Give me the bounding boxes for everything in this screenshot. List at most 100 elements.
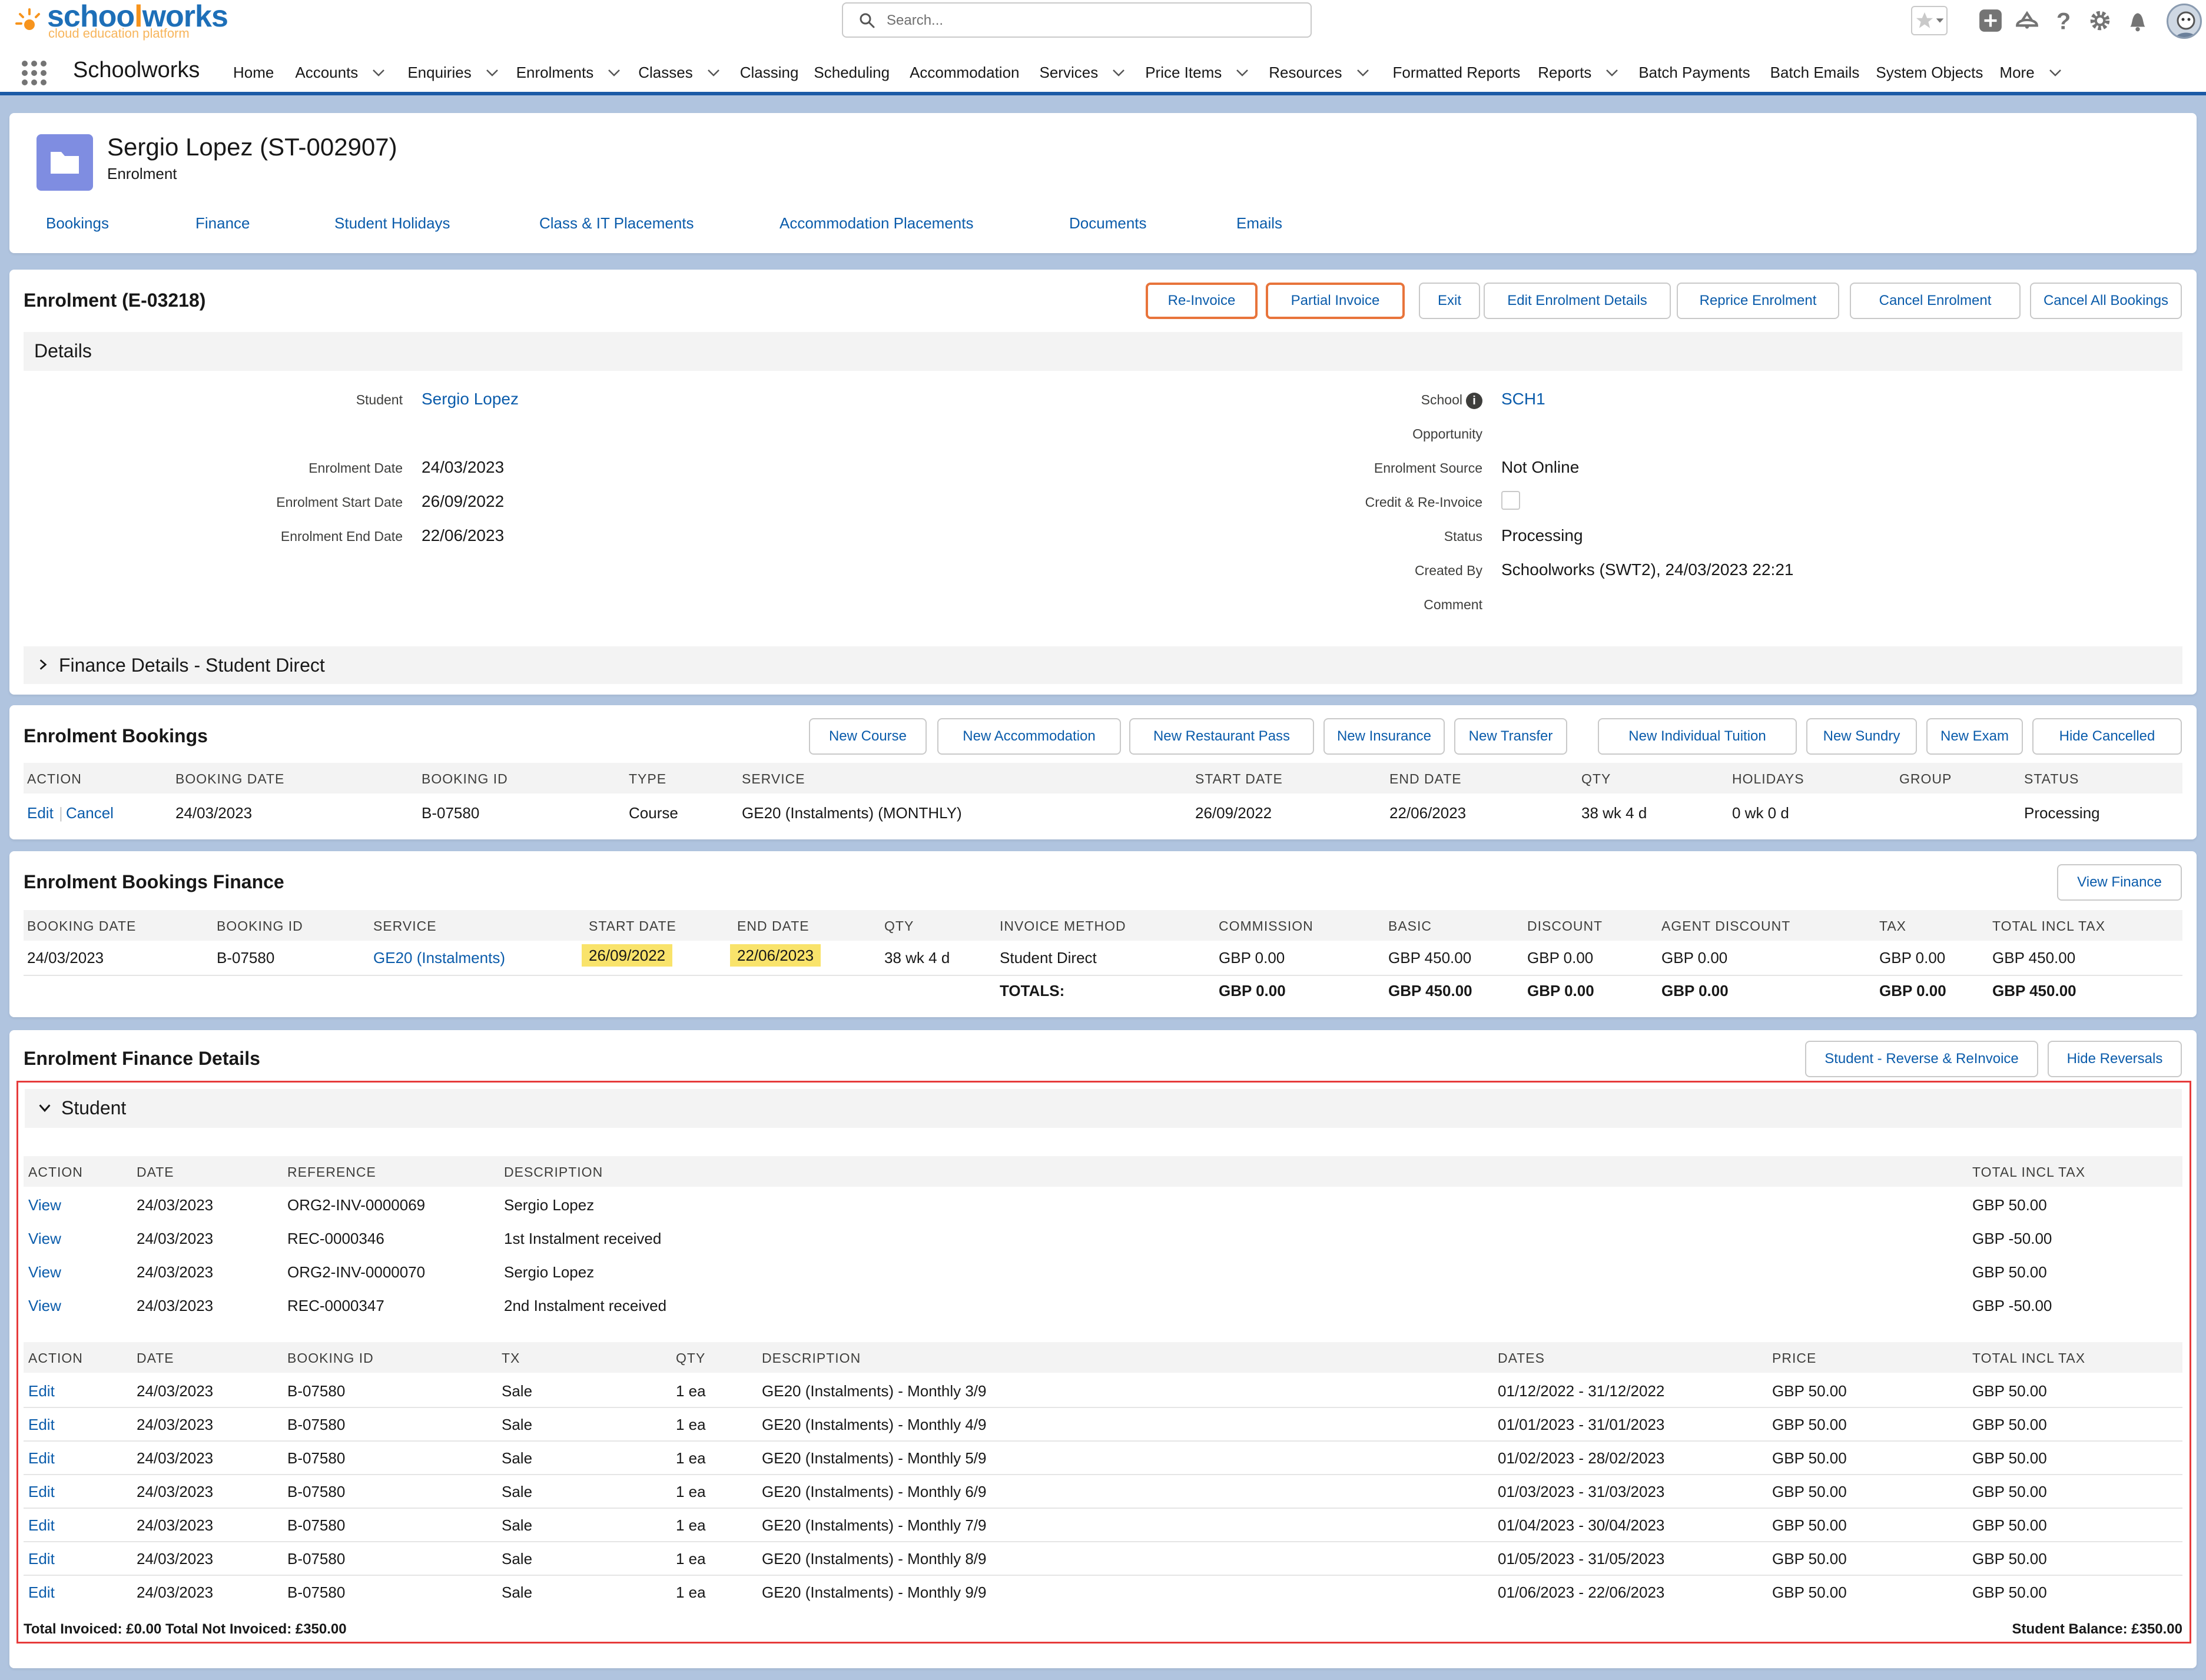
chevron-down-icon[interactable] <box>1112 69 1125 77</box>
view-document-link[interactable]: View <box>28 1230 61 1248</box>
tab-bookings[interactable]: Bookings <box>46 214 109 233</box>
chevron-down-icon[interactable] <box>1236 69 1249 77</box>
nav-item-home[interactable]: Home <box>233 64 274 82</box>
field-value-school[interactable]: SCH1 <box>1501 390 1545 409</box>
edit-booking-link[interactable]: Edit <box>27 804 54 822</box>
chevron-down-icon[interactable] <box>608 69 621 77</box>
cancel-booking-link[interactable]: Cancel <box>66 804 114 822</box>
tab-documents[interactable]: Documents <box>1069 214 1147 233</box>
nav-item-enrolments[interactable]: Enrolments <box>516 64 621 82</box>
view-finance-button[interactable]: View Finance <box>2057 864 2182 901</box>
exit-button[interactable]: Exit <box>1419 283 1480 319</box>
nav-item-classing[interactable]: Classing <box>740 64 799 82</box>
nav-item-batch-payments[interactable]: Batch Payments <box>1638 64 1750 82</box>
reverse-reinvoice-button[interactable]: Student - Reverse & ReInvoice <box>1805 1041 2038 1077</box>
avatar[interactable] <box>2167 4 2202 39</box>
col-booking-id: BOOKING ID <box>287 1350 374 1366</box>
tab-accommodation-placements[interactable]: Accommodation Placements <box>779 214 973 233</box>
line-qty: 1 ea <box>676 1416 706 1433</box>
view-document-link[interactable]: View <box>28 1263 61 1281</box>
new-individual-tuition-button[interactable]: New Individual Tuition <box>1598 718 1797 755</box>
totals-label: TOTALS: <box>1000 982 1065 1000</box>
field-label-credit-re-invoice: Credit & Re-Invoice <box>1365 494 1482 510</box>
reprice-enrolment-button[interactable]: Reprice Enrolment <box>1677 283 1839 319</box>
tab-student-holidays[interactable]: Student Holidays <box>334 214 450 233</box>
chevron-down-icon[interactable] <box>372 69 385 77</box>
edit-line-link[interactable]: Edit <box>28 1550 55 1568</box>
nav-item-services[interactable]: Services <box>1040 64 1126 82</box>
chevron-down-icon[interactable] <box>1605 69 1618 77</box>
col-service: SERVICE <box>742 771 805 786</box>
tab-emails[interactable]: Emails <box>1236 214 1282 233</box>
chevron-down-icon[interactable] <box>1356 69 1369 77</box>
edit-enrolment-details-button[interactable]: Edit Enrolment Details <box>1484 283 1671 319</box>
line-tx: Sale <box>502 1516 533 1534</box>
chevron-down-icon[interactable] <box>486 69 499 77</box>
nav-item-system-objects[interactable]: System Objects <box>1876 64 1983 82</box>
add-icon[interactable] <box>1978 8 2003 33</box>
edit-line-link[interactable]: Edit <box>28 1583 55 1602</box>
help-icon[interactable]: ? <box>2051 8 2076 33</box>
nav-item-reports[interactable]: Reports <box>1538 64 1618 82</box>
field-value-student[interactable]: Sergio Lopez <box>422 390 519 409</box>
tab-finance[interactable]: Finance <box>195 214 250 233</box>
nav-item-accounts[interactable]: Accounts <box>295 64 385 82</box>
nav-item-batch-emails[interactable]: Batch Emails <box>1770 64 1860 82</box>
credit-reinvoice-checkbox[interactable] <box>1501 491 1520 510</box>
edit-line-link[interactable]: Edit <box>28 1449 55 1467</box>
cancel-all-bookings-button[interactable]: Cancel All Bookings <box>2030 283 2182 319</box>
edit-line-link[interactable]: Edit <box>28 1416 55 1434</box>
partial-invoice-button[interactable]: Partial Invoice <box>1266 283 1405 319</box>
nav-item-formatted-reports[interactable]: Formatted Reports <box>1393 64 1521 82</box>
new-sundry-button[interactable]: New Sundry <box>1806 718 1917 755</box>
nav-item-enquiries[interactable]: Enquiries <box>407 64 498 82</box>
new-restaurant-pass-button[interactable]: New Restaurant Pass <box>1129 718 1314 755</box>
line-dates: 01/04/2023 - 30/04/2023 <box>1498 1516 1665 1534</box>
view-document-link[interactable]: View <box>28 1297 61 1315</box>
nav-item-resources[interactable]: Resources <box>1269 64 1369 82</box>
field-label-created-by: Created By <box>1415 563 1482 579</box>
new-exam-button[interactable]: New Exam <box>1926 718 2023 755</box>
edit-line-link[interactable]: Edit <box>28 1516 55 1535</box>
app-launcher-icon[interactable] <box>21 60 47 86</box>
global-search[interactable] <box>842 2 1312 38</box>
nav-item-scheduling[interactable]: Scheduling <box>814 64 890 82</box>
view-document-link[interactable]: View <box>28 1196 61 1214</box>
new-insurance-button[interactable]: New Insurance <box>1323 718 1445 755</box>
setup-gear-icon[interactable] <box>2088 8 2112 33</box>
student-section-header[interactable]: Student <box>25 1089 2182 1128</box>
hide-cancelled-button[interactable]: Hide Cancelled <box>2032 718 2182 755</box>
chevron-down-icon[interactable] <box>707 69 720 77</box>
notifications-bell-icon[interactable] <box>2125 8 2150 33</box>
edit-line-link[interactable]: Edit <box>28 1382 55 1400</box>
line-dates: 01/12/2022 - 31/12/2022 <box>1498 1382 1665 1400</box>
nav-item-classes[interactable]: Classes <box>638 64 719 82</box>
tab-class-it-placements[interactable]: Class & IT Placements <box>539 214 694 233</box>
search-input[interactable] <box>885 8 1294 33</box>
re-invoice-button[interactable]: Re-Invoice <box>1146 283 1258 319</box>
chevron-down-icon[interactable] <box>2049 69 2062 77</box>
cancel-enrolment-button[interactable]: Cancel Enrolment <box>1850 283 2021 319</box>
record-type: Enrolment <box>107 165 177 182</box>
nav-item-label: Batch Payments <box>1638 64 1750 81</box>
col-type: TYPE <box>629 771 667 786</box>
folder-icon <box>51 152 79 174</box>
info-icon[interactable]: i <box>1466 392 1482 409</box>
trailhead-icon[interactable] <box>2015 8 2039 33</box>
line-date: 24/03/2023 <box>137 1449 214 1467</box>
details-section-header[interactable]: Details <box>24 332 2182 371</box>
favorites-button[interactable] <box>1911 6 1948 35</box>
new-transfer-button[interactable]: New Transfer <box>1454 718 1567 755</box>
details-heading: Details <box>34 340 92 361</box>
bf-service[interactable]: GE20 (Instalments) <box>373 949 505 967</box>
edit-line-link[interactable]: Edit <box>28 1483 55 1501</box>
nav-item-more[interactable]: More <box>1999 64 2061 82</box>
enrolment-bookings-title: Enrolment Bookings <box>24 725 208 746</box>
new-accommodation-button[interactable]: New Accommodation <box>937 718 1121 755</box>
nav-item-accommodation[interactable]: Accommodation <box>910 64 1019 82</box>
finance-details-section-header[interactable]: Finance Details - Student Direct <box>24 646 2182 684</box>
hide-reversals-button[interactable]: Hide Reversals <box>2048 1041 2182 1077</box>
new-course-button[interactable]: New Course <box>809 718 927 755</box>
nav-item-price-items[interactable]: Price Items <box>1145 64 1249 82</box>
record-header-card: Sergio Lopez (ST-002907) Enrolment Booki… <box>9 113 2197 253</box>
